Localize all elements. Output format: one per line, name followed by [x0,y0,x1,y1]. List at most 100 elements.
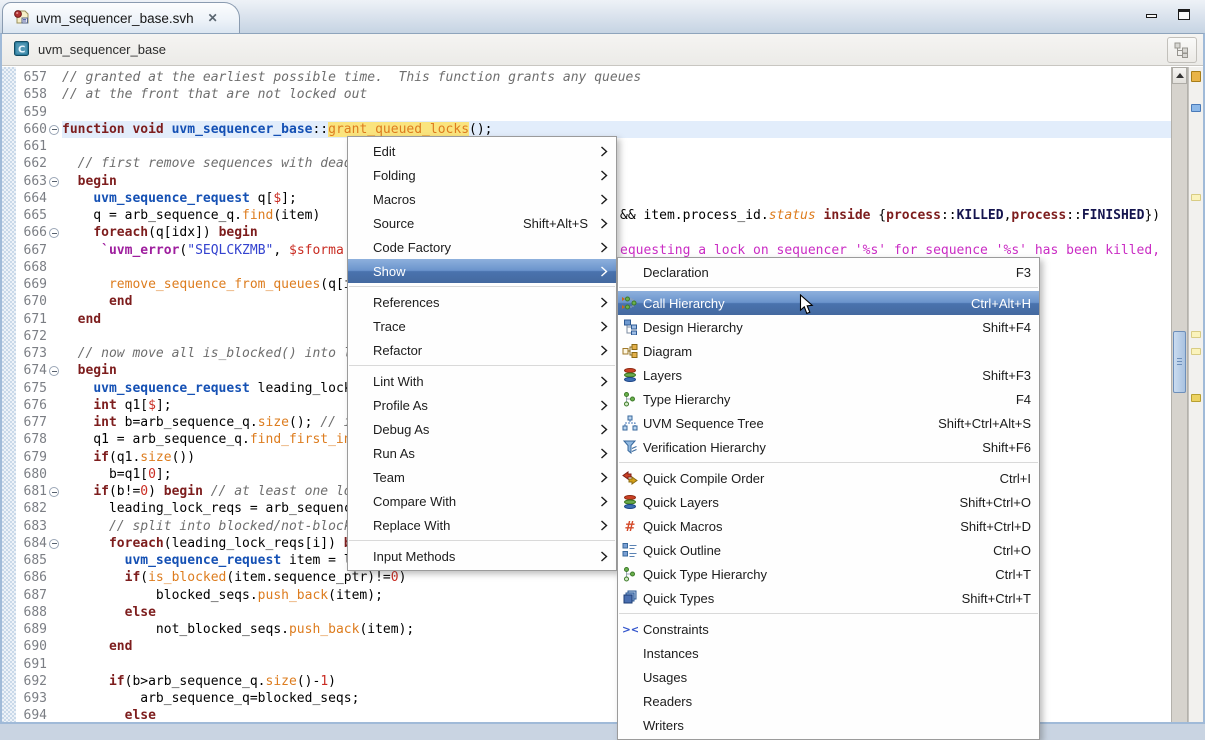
vertical-scrollbar[interactable] [1171,67,1188,722]
fold-column [47,500,62,517]
line-number: 681 [16,483,47,500]
fold-collapse-icon[interactable] [47,224,62,241]
fold-column [47,449,62,466]
line-number: 659 [16,104,47,121]
menu-item-debug-as[interactable]: Debug As [348,417,616,441]
menu-item-constraints[interactable]: ><Constraints [618,617,1039,641]
fold-column [47,466,62,483]
fold-collapse-icon[interactable] [47,535,62,552]
menu-item-code-factory[interactable]: Code Factory [348,235,616,259]
menu-separator [349,286,615,287]
overview-marker[interactable] [1191,194,1201,201]
menu-item-instances[interactable]: Instances [618,641,1039,665]
editor-tab[interactable]: uvm_sequencer_base.svh ✕ [2,2,240,33]
menu-icon-placeholder [622,645,643,661]
menu-item-quick-layers[interactable]: Quick LayersShift+Ctrl+O [618,490,1039,514]
menu-item-uvm-sequence-tree[interactable]: UVM Sequence TreeShift+Ctrl+Alt+S [618,411,1039,435]
fold-collapse-icon[interactable] [47,362,62,379]
hierarchy-icon [1173,42,1191,58]
overview-marker[interactable] [1191,394,1201,402]
menu-item-replace-with[interactable]: Replace With [348,513,616,537]
menu-item-show[interactable]: Show [348,259,616,283]
code-line-659[interactable]: 659 [2,104,1203,121]
menu-item-references[interactable]: References [348,290,616,314]
context-menu: EditFoldingMacrosSourceShift+Alt+S Code F… [347,136,617,571]
menu-item-compare-with[interactable]: Compare With [348,489,616,513]
menu-item-quick-macros[interactable]: #Quick MacrosShift+Ctrl+D [618,514,1039,538]
menu-accelerator: F3 [994,265,1031,280]
code-line-657[interactable]: 657// granted at the earliest possible t… [2,69,1203,86]
menu-item-label: Code Factory [373,240,451,255]
fold-column [47,621,62,638]
quick-types-icon [622,590,643,606]
menu-item-readers[interactable]: Readers [618,689,1039,713]
code-text: // granted at the earliest possible time… [62,69,1203,86]
menu-item-type-hierarchy[interactable]: Type HierarchyF4 [618,387,1039,411]
line-number: 691 [16,656,47,673]
line-number: 672 [16,328,47,345]
menu-item-label: Design Hierarchy [643,320,743,335]
menu-item-usages[interactable]: Usages [618,665,1039,689]
menu-item-lint-with[interactable]: Lint With [348,369,616,393]
maximize-view-button[interactable] [1177,8,1191,21]
fold-column [47,242,62,259]
menu-item-diagram[interactable]: Diagram [618,339,1039,363]
menu-item-quick-outline[interactable]: Quick OutlineCtrl+O [618,538,1039,562]
breadcrumb[interactable]: C uvm_sequencer_base [2,34,1203,66]
menu-item-label: Lint With [373,374,424,389]
menu-item-input-methods[interactable]: Input Methods [348,544,616,568]
code-text: uvm_sequence_request q[$]; [62,190,1203,207]
scrollbar-thumb[interactable] [1173,331,1186,393]
overview-marker[interactable] [1191,348,1201,355]
menu-item-refactor[interactable]: Refactor [348,338,616,362]
menu-item-trace[interactable]: Trace [348,314,616,338]
menu-item-macros[interactable]: Macros [348,187,616,211]
menu-item-writers[interactable]: Writers [618,713,1039,737]
menu-item-source[interactable]: SourceShift+Alt+S [348,211,616,235]
menu-icon-placeholder [352,215,373,231]
tab-close-icon[interactable]: ✕ [208,11,218,25]
fold-collapse-icon[interactable] [47,173,62,190]
menu-item-quick-type-hierarchy[interactable]: Quick Type HierarchyCtrl+T [618,562,1039,586]
line-number: 670 [16,293,47,310]
fold-collapse-icon[interactable] [47,483,62,500]
menu-separator [619,613,1038,614]
breadcrumb-toolbar-button[interactable] [1167,37,1197,63]
line-number: 687 [16,587,47,604]
menu-item-edit[interactable]: Edit [348,139,616,163]
menu-item-folding[interactable]: Folding [348,163,616,187]
menu-item-label: Usages [643,670,687,685]
code-line-658[interactable]: 658// at the front that are not locked o… [2,86,1203,103]
menu-accelerator: Ctrl+T [973,567,1031,582]
menu-icon-placeholder [352,263,373,279]
menu-item-layers[interactable]: LayersShift+F3 [618,363,1039,387]
line-number: 683 [16,518,47,535]
line-number: 662 [16,155,47,172]
menu-item-profile-as[interactable]: Profile As [348,393,616,417]
menu-item-label: Replace With [373,518,450,533]
menu-item-call-hierarchy[interactable]: Call HierarchyCtrl+Alt+H [618,291,1039,315]
overview-marker[interactable] [1191,331,1201,338]
quick-macros-icon: # [622,518,643,534]
code-text: // first remove sequences with dead lock… [62,155,1203,172]
show-submenu: DeclarationF3Call HierarchyCtrl+Alt+HDes… [617,257,1040,740]
overview-marker[interactable] [1191,71,1201,82]
scroll-up-button[interactable] [1172,67,1187,84]
line-number: 663 [16,173,47,190]
minimize-view-button[interactable] [1145,9,1159,21]
menu-item-quick-types[interactable]: Quick TypesShift+Ctrl+T [618,586,1039,610]
menu-item-run-as[interactable]: Run As [348,441,616,465]
menu-icon-placeholder [352,318,373,334]
menu-accelerator: F4 [994,392,1031,407]
overview-ruler[interactable] [1188,67,1203,722]
menu-item-team[interactable]: Team [348,465,616,489]
fold-column [47,155,62,172]
fold-collapse-icon[interactable] [47,121,62,138]
menu-item-design-hierarchy[interactable]: Design HierarchyShift+F4 [618,315,1039,339]
overview-marker[interactable] [1191,104,1201,112]
menu-item-verification-hierarchy[interactable]: Verification HierarchyShift+F6 [618,435,1039,459]
menu-accelerator: Shift+F6 [960,440,1031,455]
menu-item-declaration[interactable]: DeclarationF3 [618,260,1039,284]
menu-item-quick-compile-order[interactable]: Quick Compile OrderCtrl+I [618,466,1039,490]
fold-column [47,138,62,155]
